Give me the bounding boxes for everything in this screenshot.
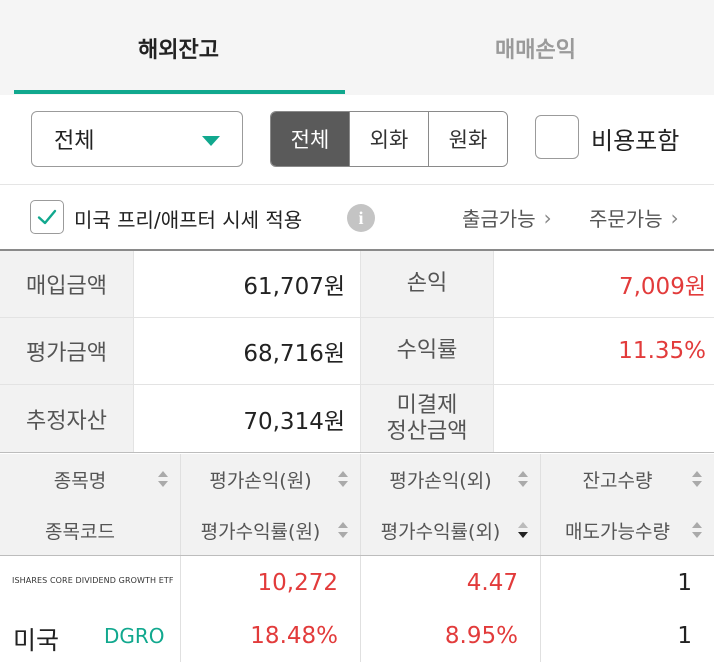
account-filter-value: 전체 [54,129,95,154]
holding-sellable-qty: 1 [677,622,692,649]
header-pl-fx[interactable]: 평가손익(외) [361,454,540,505]
summary-row: 매입금액 61,707원 손익 7,009원 [0,251,714,318]
header-rate-krw[interactable]: 평가수익률(원) [181,505,360,556]
header-stock-name-label: 종목명 [53,470,107,492]
currency-segment: 전체 외화 원화 [270,111,508,167]
premarket-checkbox[interactable] [30,200,64,234]
tab-trade-pl[interactable]: 매매손익 [357,0,714,95]
header-col-fx: 평가손익(외) 평가수익률(외) [361,454,541,555]
header-stock-code: 종목코드 [0,505,180,556]
header-pl-fx-label: 평가손익(외) [389,470,492,492]
checkmark-icon [37,209,57,225]
tab-overseas-balance[interactable]: 해외잔고 [0,0,357,95]
holding-pl-fx: 4.47 [466,569,518,596]
cost-include-label[interactable]: 비용포함 [591,121,679,156]
estimated-assets-value: 70,314원 [134,385,361,452]
info-icon[interactable]: i [347,204,375,232]
purchase-amount-label: 매입금액 [0,251,134,317]
premarket-label[interactable]: 미국 프리/애프터 시세 적용 [74,204,302,233]
segment-all[interactable]: 전체 [271,112,349,166]
unsettled-amount-value [494,385,714,452]
sort-icon [518,471,528,489]
profit-loss-label: 손익 [361,251,494,317]
sort-icon [158,471,168,489]
summary-row: 평가금액 68,716원 수익률 11.35% [0,318,714,385]
balance-summary: 매입금액 61,707원 손익 7,009원 평가금액 68,716원 수익률 … [0,251,714,453]
tab-trade-pl-label: 매매손익 [495,37,576,63]
return-rate-label: 수익률 [361,318,494,384]
holding-fx-cell: 4.47 8.95% [361,556,541,662]
valuation-amount-label: 평가금액 [0,318,134,384]
holding-name-cell[interactable]: ISHARES CORE DIVIDEND GROWTH ETF 미국 DGRO [0,556,181,662]
sort-icon [338,471,348,489]
filter-row: 전체 전체 외화 원화 비용포함 [0,95,714,185]
header-balance-qty-label: 잔고수량 [582,470,653,492]
sort-desc-icon [518,522,528,540]
return-rate-value: 11.35% [618,338,706,364]
header-col-krw: 평가손익(원) 평가수익률(원) [181,454,361,555]
holding-ticker: DGRO [104,624,165,648]
order-available-label: 주문가능 [589,207,663,231]
header-rate-fx-label: 평가수익률(외) [380,521,501,543]
valuation-amount-value: 68,716원 [134,318,361,384]
header-pl-krw[interactable]: 평가손익(원) [181,454,360,505]
summary-row: 추정자산 70,314원 미결제 정산금액 [0,385,714,453]
holdings-header: 종목명 종목코드 평가손익(원) 평가수익률(원) 평가손익(외) 평가수익률(… [0,454,714,556]
unsettled-amount-label: 미결제 정산금액 [361,385,494,452]
profit-loss-value: 7,009원 [618,274,706,300]
header-sellable-qty[interactable]: 매도가능수량 [541,505,714,556]
sort-icon [692,522,702,540]
order-available-link[interactable]: 주문가능 › [589,203,679,232]
header-col-name: 종목명 종목코드 [0,454,181,555]
table-row[interactable]: ISHARES CORE DIVIDEND GROWTH ETF 미국 DGRO… [0,556,714,662]
cost-include-checkbox[interactable] [535,115,579,159]
segment-foreign[interactable]: 외화 [349,112,428,166]
header-pl-krw-label: 평가손익(원) [209,470,312,492]
active-tab-indicator [14,90,345,94]
holding-rate-krw: 18.48% [250,622,338,649]
header-rate-fx[interactable]: 평가수익률(외) [361,505,540,556]
holding-pl-krw: 10,272 [257,569,338,596]
header-balance-qty[interactable]: 잔고수량 [541,454,714,505]
header-sellable-qty-label: 매도가능수량 [565,521,670,543]
tab-overseas-balance-label: 해외잔고 [138,37,219,63]
segment-krw[interactable]: 원화 [428,112,507,166]
withdraw-available-label: 출금가능 [462,207,536,231]
header-col-qty: 잔고수량 매도가능수량 [541,454,714,555]
options-row: 미국 프리/애프터 시세 적용 i 출금가능 › 주문가능 › [0,185,714,251]
holding-qty-cell: 1 1 [541,556,714,662]
holding-country: 미국 [13,626,60,655]
withdraw-available-link[interactable]: 출금가능 › [462,203,552,232]
chevron-right-icon: › [670,205,679,230]
chevron-right-icon: › [543,205,552,230]
holding-rate-fx: 8.95% [444,622,518,649]
account-filter-select[interactable]: 전체 [31,111,243,167]
holding-balance-qty: 1 [677,569,692,596]
purchase-amount-value: 61,707원 [134,251,361,317]
sort-icon [692,471,702,489]
header-rate-krw-label: 평가수익률(원) [200,521,321,543]
holding-krw-cell: 10,272 18.48% [181,556,361,662]
holding-stock-name: ISHARES CORE DIVIDEND GROWTH ETF [12,576,174,585]
header-stock-name[interactable]: 종목명 [0,454,180,505]
header-stock-code-label: 종목코드 [45,521,115,543]
sort-icon [338,522,348,540]
estimated-assets-label: 추정자산 [0,385,134,452]
main-tabs: 해외잔고 매매손익 [0,0,714,95]
dropdown-caret-icon [202,136,220,146]
